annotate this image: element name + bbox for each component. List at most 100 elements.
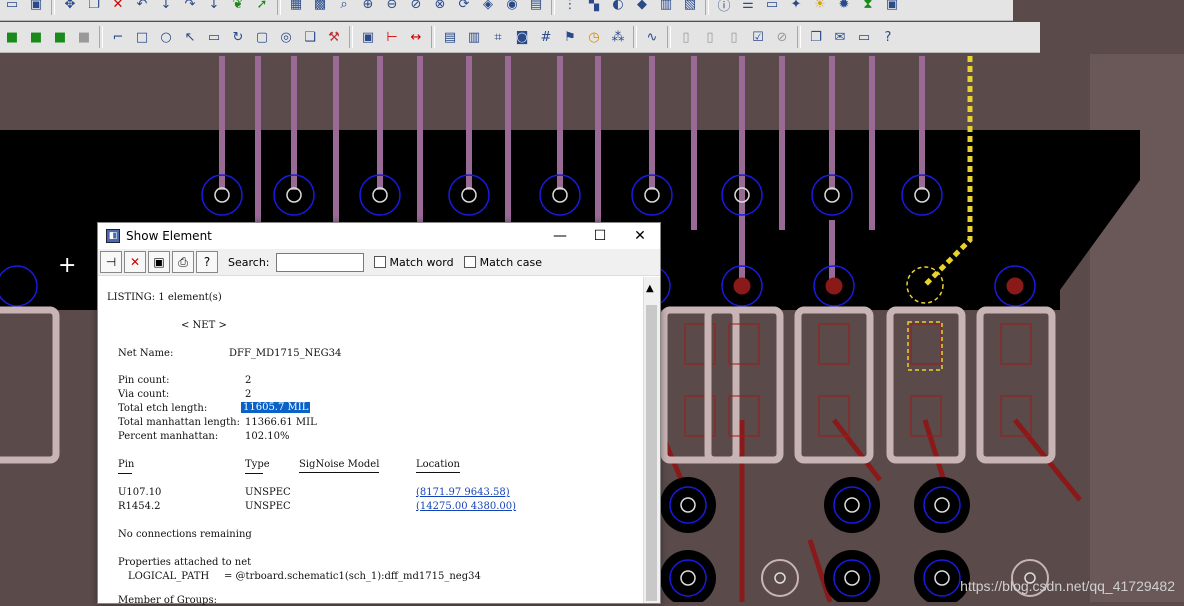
report-icon[interactable]: ☰ — [737, 0, 759, 15]
module-icon[interactable]: ▤ — [439, 26, 461, 48]
zoom-icon[interactable]: ⌕ — [333, 0, 355, 15]
undo-icon[interactable]: ↶ — [131, 0, 153, 15]
match-word-checkbox[interactable] — [373, 256, 386, 268]
close-x-icon[interactable]: ✕ — [124, 251, 146, 273]
help-icon[interactable]: ? — [877, 26, 899, 48]
rect-icon[interactable]: □ — [131, 26, 153, 48]
leaf-icon[interactable]: ❦ — [227, 0, 249, 15]
search-input[interactable] — [275, 252, 364, 272]
terminal-icon[interactable]: ⌗ — [487, 26, 509, 48]
scrollbar-thumb[interactable] — [646, 305, 657, 601]
down-icon[interactable]: ↓ — [155, 0, 177, 15]
clock-icon[interactable]: ◷ — [583, 26, 605, 48]
copy-icon[interactable]: ❐ — [83, 0, 105, 15]
doc-icon[interactable]: ▯ — [675, 26, 697, 48]
layers-icon[interactable]: ▤ — [525, 0, 547, 15]
separator — [99, 26, 103, 48]
save-icon[interactable]: ▣ — [25, 0, 47, 15]
delete-icon[interactable]: ✕ — [107, 0, 129, 15]
light-icon[interactable]: ✹ — [833, 0, 855, 15]
check-icon[interactable]: ☑ — [747, 26, 769, 48]
redo-icon[interactable]: ↷ — [179, 0, 201, 15]
dialog-title-bar[interactable]: ◧ Show Element — ☐ ✕ — [98, 223, 660, 249]
via-count-value: 2 — [245, 389, 252, 400]
component-icon[interactable]: ▧ — [679, 0, 701, 15]
copy-2-icon[interactable]: ❏ — [299, 26, 321, 48]
zoom-world-icon[interactable]: ⊗ — [429, 0, 451, 15]
zoom-fit-icon[interactable]: ▩ — [309, 0, 331, 15]
image-icon[interactable]: ▣ — [881, 0, 903, 15]
route-2-icon[interactable]: ■ — [25, 26, 47, 48]
shape-icon[interactable]: ◆ — [631, 0, 653, 15]
book-icon[interactable]: ▥ — [463, 26, 485, 48]
close-icon[interactable]: ✕ — [620, 223, 660, 249]
visibility-icon[interactable]: ◐ — [607, 0, 629, 15]
save-icon[interactable]: ▣ — [148, 251, 170, 273]
circle-draw-icon[interactable]: ○ — [155, 26, 177, 48]
minimize-icon[interactable]: — — [540, 223, 580, 249]
flag-icon[interactable]: ⚑ — [559, 26, 581, 48]
measure-icon[interactable]: ▭ — [761, 0, 783, 15]
panel-icon[interactable]: ▭ — [853, 26, 875, 48]
tool-icon[interactable]: ⚒ — [323, 26, 345, 48]
cursor-crosshair-icon: + — [58, 253, 77, 278]
wave-icon[interactable]: ∿ — [641, 26, 663, 48]
color-icon[interactable]: ▚ — [583, 0, 605, 15]
chip-icon[interactable]: ▣ — [357, 26, 379, 48]
route-icon[interactable]: ■ — [1, 26, 23, 48]
help-icon[interactable]: ? — [196, 251, 218, 273]
zoom-out-icon[interactable]: ⊖ — [381, 0, 403, 15]
refresh-icon[interactable]: ⟳ — [453, 0, 475, 15]
grid-dots-icon[interactable]: ⋮ — [559, 0, 581, 15]
drc-icon[interactable]: ⧗ — [857, 0, 879, 15]
doc-3-icon[interactable]: ▯ — [723, 26, 745, 48]
percent-manhattan-value: 102.10% — [245, 431, 290, 442]
down-icon[interactable]: ↓ — [203, 0, 225, 15]
table-row-location-link[interactable]: (14275.00 4380.00) — [416, 501, 516, 512]
vertical-scrollbar[interactable]: ▲ — [643, 277, 660, 603]
board-icon[interactable]: ▥ — [655, 0, 677, 15]
grid-icon[interactable]: ▦ — [285, 0, 307, 15]
etch-length-value: 11605.7 MIL — [241, 402, 311, 413]
table-row-location-link[interactable]: (8171.97 9643.58) — [416, 487, 510, 498]
file-icon[interactable]: ▭ — [1, 0, 23, 15]
strike-icon[interactable]: ⊘ — [771, 26, 793, 48]
shape-2-icon[interactable]: ▭ — [203, 26, 225, 48]
via-pad — [824, 477, 880, 533]
move-icon[interactable]: ✥ — [59, 0, 81, 15]
match-case-checkbox[interactable] — [463, 256, 476, 268]
print-icon[interactable]: ⎙ — [172, 251, 194, 273]
select-icon[interactable]: ↖ — [179, 26, 201, 48]
percent-manhattan-label: Percent manhattan: — [118, 431, 219, 442]
circle-icon[interactable]: ◉ — [501, 0, 523, 15]
wand-icon[interactable]: ✦ — [785, 0, 807, 15]
info-icon[interactable]: ⓘ — [713, 0, 735, 15]
rotate-icon[interactable]: ↻ — [227, 26, 249, 48]
pin-icon[interactable]: ⊣ — [100, 251, 122, 273]
column-header-pin: Pin — [118, 459, 135, 470]
line-icon[interactable]: ⌐ — [107, 26, 129, 48]
camera-icon[interactable]: ◙ — [511, 26, 533, 48]
dimension-2-icon[interactable]: ↔ — [405, 26, 427, 48]
refdes-icon[interactable]: # — [535, 26, 557, 48]
round-icon[interactable]: ◎ — [275, 26, 297, 48]
zoom-in-icon[interactable]: ⊕ — [357, 0, 379, 15]
zoom-prev-icon[interactable]: ⊘ — [405, 0, 427, 15]
secondary-toolbar: ■ ■ ■ ■ ⌐ □ ○ ↖ ▭ ↻ ▢ ◎ ❏ ⚒ ▣ ⊢ ↔ ▤ ▥ ⌗ … — [0, 22, 1040, 53]
maximize-icon[interactable]: ☐ — [580, 223, 620, 249]
doc-2-icon[interactable]: ▯ — [699, 26, 721, 48]
dimension-icon[interactable]: ⊢ — [381, 26, 403, 48]
3d-icon[interactable]: ◈ — [477, 0, 499, 15]
route-3-icon[interactable]: ■ — [49, 26, 71, 48]
envelope-icon[interactable]: ✉ — [829, 26, 851, 48]
scroll-up-icon[interactable]: ▲ — [646, 283, 654, 294]
separator — [551, 0, 555, 15]
disabled-icon[interactable]: ■ — [73, 26, 95, 48]
square-icon[interactable]: ▢ — [251, 26, 273, 48]
column-header-type: Type — [245, 459, 270, 470]
pin-icon[interactable]: ➚ — [251, 0, 273, 15]
listing-text-area[interactable]: LISTING: 1 element(s) < NET > Net Name: … — [98, 277, 642, 606]
matrix-icon[interactable]: ⁂ — [607, 26, 629, 48]
sun-icon[interactable]: ☀ — [809, 0, 831, 15]
windows-icon[interactable]: ❐ — [805, 26, 827, 48]
